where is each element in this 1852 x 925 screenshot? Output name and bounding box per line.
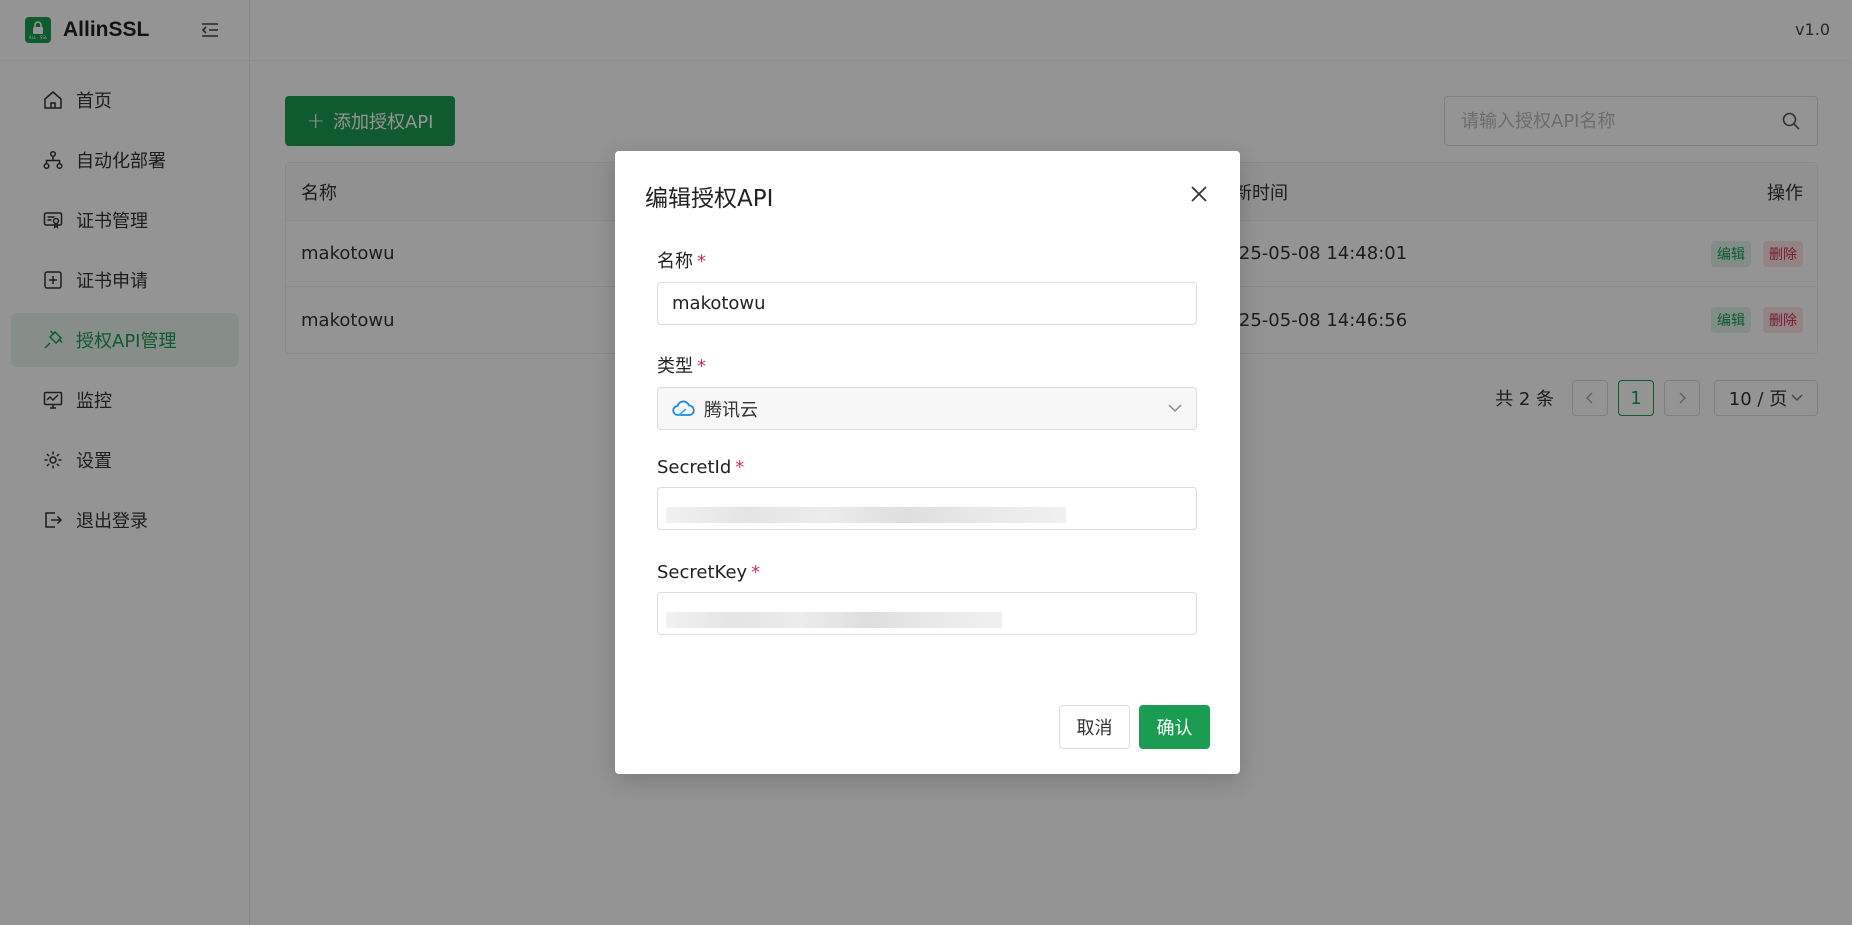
secret-key-field-label: SecretKey * [657, 562, 1197, 583]
secret-id-label-text: SecretId [657, 457, 732, 478]
required-mark: * [751, 562, 761, 583]
type-select-value: 腾讯云 [704, 399, 758, 421]
name-input[interactable] [672, 293, 1182, 314]
required-mark: * [697, 251, 706, 272]
dialog-footer: 取消 确认 [1059, 705, 1210, 749]
chevron-down-icon [1168, 404, 1182, 412]
tencent-cloud-icon [672, 400, 695, 416]
redaction-blur [666, 507, 1066, 523]
required-mark: * [697, 356, 706, 377]
name-field-group: 名称 * [657, 247, 1197, 325]
secret-id-input[interactable] [657, 487, 1197, 530]
type-select[interactable]: 腾讯云 [657, 387, 1197, 430]
name-input-wrapper [657, 282, 1197, 325]
name-field-label: 名称 * [657, 247, 1197, 273]
type-label-text: 类型 [657, 356, 693, 377]
redacted-value [658, 488, 1196, 529]
close-button[interactable] [1186, 181, 1212, 207]
redacted-value [658, 593, 1196, 634]
cancel-button[interactable]: 取消 [1059, 705, 1130, 749]
secret-key-label-text: SecretKey [657, 562, 748, 583]
type-field-group: 类型 * 腾讯云 [657, 352, 1197, 430]
secret-id-field-label: SecretId * [657, 457, 1197, 478]
close-icon [1191, 186, 1207, 202]
secret-key-field-group: SecretKey * [657, 562, 1197, 635]
secret-key-input[interactable] [657, 592, 1197, 635]
required-mark: * [735, 457, 745, 478]
confirm-button[interactable]: 确认 [1139, 705, 1210, 749]
edit-api-dialog: 编辑授权API 名称* 类型* 腾讯云 SecretId* SecretKey* [615, 151, 1240, 774]
redaction-blur [666, 612, 1002, 628]
secret-id-field-group: SecretId * [657, 457, 1197, 530]
type-field-label: 类型 * [657, 352, 1197, 378]
name-label-text: 名称 [657, 251, 693, 272]
dialog-title: 编辑授权API [645, 186, 774, 212]
